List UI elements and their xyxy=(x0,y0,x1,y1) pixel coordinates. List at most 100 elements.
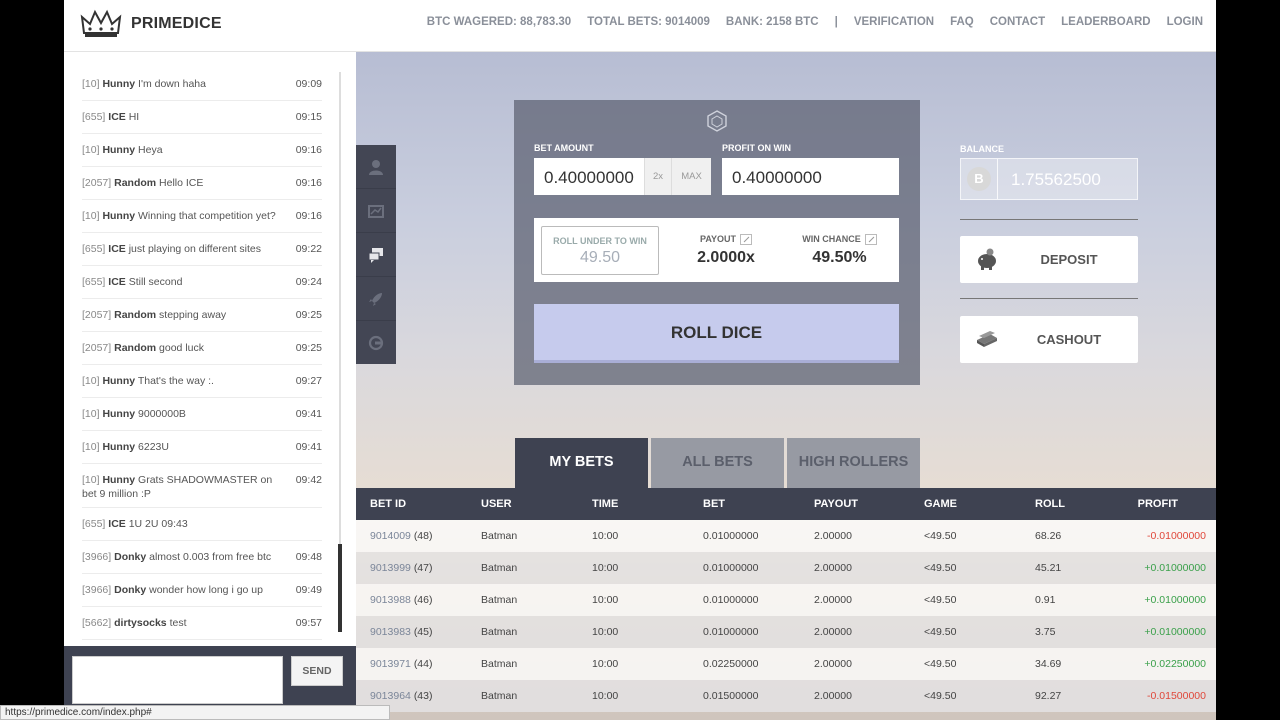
chat-username[interactable]: Hunny xyxy=(102,78,135,90)
bet-id[interactable]: 9014009 xyxy=(370,530,411,542)
bet-amount-field[interactable]: 0.40000000 2x MAX xyxy=(534,158,711,195)
bet-id-link[interactable]: 9014009 (48) xyxy=(370,520,433,552)
tab-my-bets[interactable]: MY BETS xyxy=(515,438,648,488)
cell-user[interactable]: Batman xyxy=(481,616,517,648)
chat-message: [655] ICE HI 09:15 xyxy=(82,101,322,134)
chat-user-level[interactable]: [655] xyxy=(82,518,105,530)
cell-user[interactable]: Batman xyxy=(481,584,517,616)
chat-username[interactable]: ICE xyxy=(108,243,126,255)
chat-username[interactable]: Donky xyxy=(114,551,146,563)
chat-user-level[interactable]: [655] xyxy=(82,111,105,123)
table-row[interactable]: 9013983 (45) Batman 10:00 0.01000000 2.00000… xyxy=(356,616,1216,648)
nav-link-leaderboard[interactable]: LEADERBOARD xyxy=(1061,16,1150,28)
bet-id-link[interactable]: 9013983 (45) xyxy=(370,616,433,648)
nav-link-faq[interactable]: FAQ xyxy=(950,16,974,28)
bet-id[interactable]: 9013988 xyxy=(370,594,411,606)
chat-username[interactable]: Random xyxy=(114,177,156,189)
chat-username[interactable]: Random xyxy=(114,342,156,354)
chat-user-level[interactable]: [10] xyxy=(82,474,100,486)
table-row[interactable]: 9013999 (47) Batman 10:00 0.01000000 2.00000… xyxy=(356,552,1216,584)
double-bet-button[interactable]: 2x xyxy=(644,158,671,195)
chat-username[interactable]: Hunny xyxy=(102,144,135,156)
chat-user-level[interactable]: [2057] xyxy=(82,342,111,354)
chat-timestamp: 09:16 xyxy=(295,177,322,189)
chat-username[interactable]: Hunny xyxy=(102,474,135,486)
bet-amount-value[interactable]: 0.40000000 xyxy=(544,168,634,188)
cell-user[interactable]: Batman xyxy=(481,648,517,680)
nav-link-verification[interactable]: VERIFICATION xyxy=(854,16,934,28)
deposit-button[interactable]: DEPOSIT xyxy=(960,236,1138,283)
cell-user[interactable]: Batman xyxy=(481,680,517,712)
chat-message-input[interactable] xyxy=(72,656,283,704)
max-bet-button[interactable]: MAX xyxy=(671,158,711,195)
profit-on-win-value[interactable]: 0.40000000 xyxy=(732,168,822,188)
nav-link-contact[interactable]: CONTACT xyxy=(990,16,1045,28)
profit-on-win-field[interactable]: 0.40000000 xyxy=(722,158,899,195)
chat-user-level[interactable]: [10] xyxy=(82,78,100,90)
cell-user[interactable]: Batman xyxy=(481,552,517,584)
side-tab-launch[interactable] xyxy=(356,277,396,321)
roll-dice-button[interactable]: ROLL DICE xyxy=(534,304,899,363)
chat-username[interactable]: Hunny xyxy=(102,408,135,420)
chat-username[interactable]: Hunny xyxy=(102,375,135,387)
brand-name[interactable]: PRIMEDICE xyxy=(131,15,222,33)
cell-user[interactable]: Batman xyxy=(481,520,517,552)
chat-username[interactable]: Hunny xyxy=(102,210,135,222)
chat-message-list: [10] Hunny I'm down haha 09:09 [655] ICE H… xyxy=(82,68,322,640)
bet-id[interactable]: 9013971 xyxy=(370,658,411,670)
edit-payout-icon[interactable] xyxy=(740,234,752,246)
chat-username[interactable]: Donky xyxy=(114,584,146,596)
bet-id-link[interactable]: 9013988 (46) xyxy=(370,584,433,616)
chat-user-level[interactable]: [2057] xyxy=(82,309,111,321)
table-row[interactable]: 9014009 (48) Batman 10:00 0.01000000 2.00000… xyxy=(356,520,1216,552)
cell-profit: -0.01500000 xyxy=(1147,690,1206,702)
chat-username[interactable]: ICE xyxy=(108,111,126,123)
cell-bet: 0.01000000 xyxy=(703,562,759,574)
primedice-app: PRIMEDICE BTC WAGERED: 88,783.30 TOTAL B… xyxy=(64,0,1216,720)
chat-message: [2057] Random Hello ICE 09:16 xyxy=(82,167,322,200)
chat-user-level[interactable]: [3966] xyxy=(82,584,111,596)
side-tab-chat[interactable] xyxy=(356,233,396,277)
chat-user-level[interactable]: [655] xyxy=(82,276,105,288)
cell-game: <49.50 xyxy=(924,594,957,606)
edit-win-chance-icon[interactable] xyxy=(864,234,877,246)
side-tab-stats[interactable] xyxy=(356,189,396,233)
bet-id[interactable]: 9013983 xyxy=(370,626,411,638)
chat-username[interactable]: Hunny xyxy=(102,441,135,453)
side-tab-account[interactable] xyxy=(356,145,396,189)
chat-username[interactable]: ICE xyxy=(108,276,126,288)
chat-username[interactable]: dirtysocks xyxy=(114,617,167,629)
bet-id[interactable]: 9013999 xyxy=(370,562,411,574)
tab-high-rollers[interactable]: HIGH ROLLERS xyxy=(787,438,920,488)
cell-time: 10:00 xyxy=(592,530,619,542)
chat-username[interactable]: Random xyxy=(114,309,156,321)
bet-id[interactable]: 9013964 xyxy=(370,690,411,702)
chat-user-level[interactable]: [655] xyxy=(82,243,105,255)
header-bet: BET xyxy=(703,498,725,510)
chat-user-level[interactable]: [10] xyxy=(82,210,100,222)
bet-id-link[interactable]: 9013971 (44) xyxy=(370,648,433,680)
chat-user-level[interactable]: [10] xyxy=(82,144,100,156)
chat-message-text: [10] Hunny That's the way :. xyxy=(82,374,294,388)
chat-user-level[interactable]: [3966] xyxy=(82,551,111,563)
chat-user-level[interactable]: [10] xyxy=(82,375,100,387)
chat-user-level[interactable]: [10] xyxy=(82,441,100,453)
cashout-button[interactable]: CASHOUT xyxy=(960,316,1138,363)
bet-id-link[interactable]: 9013999 (47) xyxy=(370,552,433,584)
side-tab-logout[interactable] xyxy=(356,321,396,365)
send-button[interactable]: SEND xyxy=(291,656,343,686)
roll-under-toggle[interactable]: ROLL UNDER TO WIN 49.50 xyxy=(541,226,659,275)
nav-link-login[interactable]: LOGIN xyxy=(1167,16,1203,28)
chat-username[interactable]: ICE xyxy=(108,518,126,530)
chat-scrollbar-thumb[interactable] xyxy=(338,544,342,632)
chat-user-level[interactable]: [5662] xyxy=(82,617,111,629)
chat-user-level[interactable]: [10] xyxy=(82,408,100,420)
chat-user-level[interactable]: [2057] xyxy=(82,177,111,189)
tab-all-bets[interactable]: ALL BETS xyxy=(651,438,784,488)
win-chance-stat: WIN CHANCE 49.50% xyxy=(792,234,887,267)
chat-timestamp: 09:15 xyxy=(295,111,322,123)
table-row[interactable]: 9013988 (46) Batman 10:00 0.01000000 2.00000… xyxy=(356,584,1216,616)
crown-logo-icon[interactable] xyxy=(78,7,124,39)
table-row[interactable]: 9013964 (43) Batman 10:00 0.01500000 2.00000… xyxy=(356,680,1216,712)
table-row[interactable]: 9013971 (44) Batman 10:00 0.02250000 2.00000… xyxy=(356,648,1216,680)
